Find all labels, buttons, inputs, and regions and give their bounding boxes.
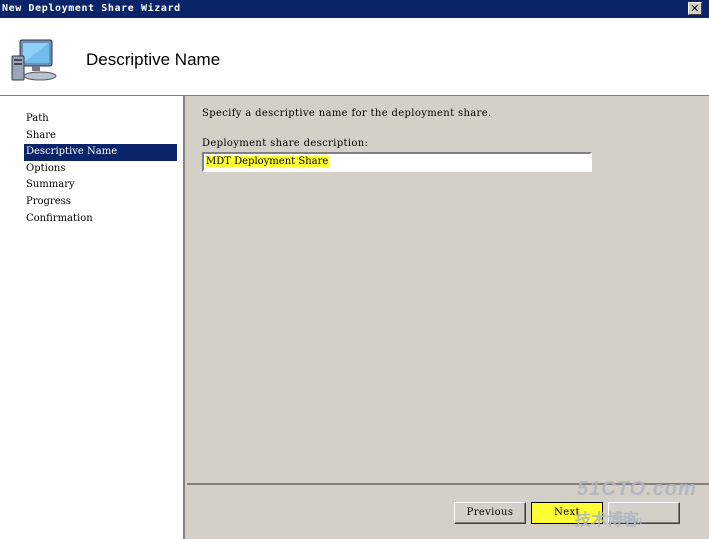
wizard-footer: Previous Next [187,483,709,539]
next-button[interactable]: Next [531,502,603,524]
close-icon: ✕ [690,2,700,15]
sidebar-item-options: Options [26,162,66,174]
window-titlebar[interactable]: New Deployment Share Wizard ✕ [0,0,709,18]
sidebar-item-summary: Summary [26,179,75,191]
sidebar-item-confirmation: Confirmation [26,212,93,224]
window-title: New Deployment Share Wizard [2,3,181,14]
previous-button[interactable]: Previous [454,502,526,524]
sidebar-item-descriptive-name: Descriptive Name [24,144,177,161]
wizard-content: Specify a descriptive name for the deplo… [187,96,709,486]
cancel-button[interactable] [608,502,680,524]
page-title: Descriptive Name [86,50,221,69]
wizard-steps-sidebar: Path Share Descriptive Name Options Summ… [0,96,185,539]
description-input[interactable]: MDT Deployment Share [202,152,592,172]
computer-icon [11,39,57,81]
sidebar-item-share: Share [26,129,56,141]
wizard-header: Descriptive Name [0,18,709,96]
instructions-text: Specify a descriptive name for the deplo… [202,108,492,119]
description-input-value: MDT Deployment Share [206,156,331,167]
close-button[interactable]: ✕ [688,2,702,15]
sidebar-item-path: Path [26,113,49,124]
description-field-label: Deployment share description: [202,138,369,149]
sidebar-item-progress: Progress [26,195,71,207]
